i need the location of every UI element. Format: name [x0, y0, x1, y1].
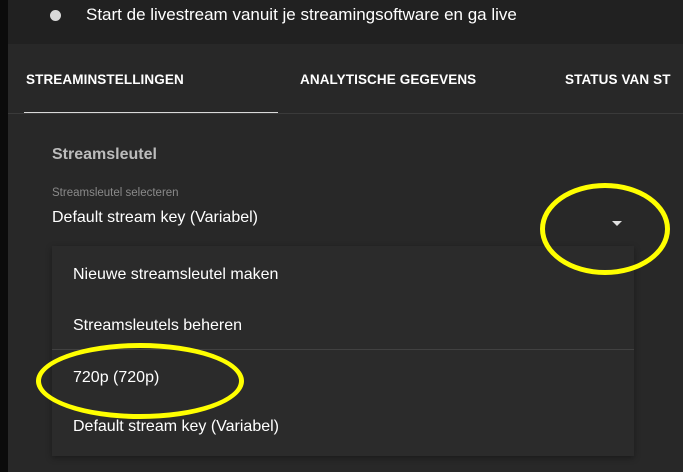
livestream-step: Start de livestream vanuit je streamings… — [50, 4, 517, 26]
menu-divider — [52, 349, 634, 350]
menu-item-manage-stream-keys[interactable]: Streamsleutels beheren — [52, 300, 634, 352]
menu-item-new-stream-key[interactable]: Nieuwe streamsleutel maken — [52, 249, 634, 301]
menu-item-720p-key[interactable]: 720p (720p) — [52, 352, 634, 404]
caret-down-icon[interactable] — [612, 221, 622, 226]
screenshot-frame: Start de livestream vanuit je streamings… — [0, 0, 683, 472]
tab-stream-settings[interactable]: STREAMINSTELLINGEN — [26, 44, 276, 114]
stream-key-field-label: Streamsleutel selecteren — [52, 187, 179, 199]
menu-item-default-stream-key[interactable]: Default stream key (Variabel) — [52, 401, 634, 453]
bullet-dot-icon — [50, 9, 61, 21]
tab-bar: STREAMINSTELLINGEN ANALYTISCHE GEGEVENS … — [8, 44, 683, 114]
stream-key-dropdown-menu: Nieuwe streamsleutel maken Streamsleutel… — [52, 246, 634, 456]
stream-key-select[interactable]: Default stream key (Variabel) — [52, 209, 258, 227]
tabs-divider — [8, 113, 683, 114]
section-title-stream-key: Streamsleutel — [52, 146, 157, 163]
step-text: Start de livestream vanuit je streamings… — [86, 5, 517, 24]
tab-analytics[interactable]: ANALYTISCHE GEGEVENS — [300, 44, 476, 114]
tab-stream-status[interactable]: STATUS VAN ST — [565, 44, 671, 114]
